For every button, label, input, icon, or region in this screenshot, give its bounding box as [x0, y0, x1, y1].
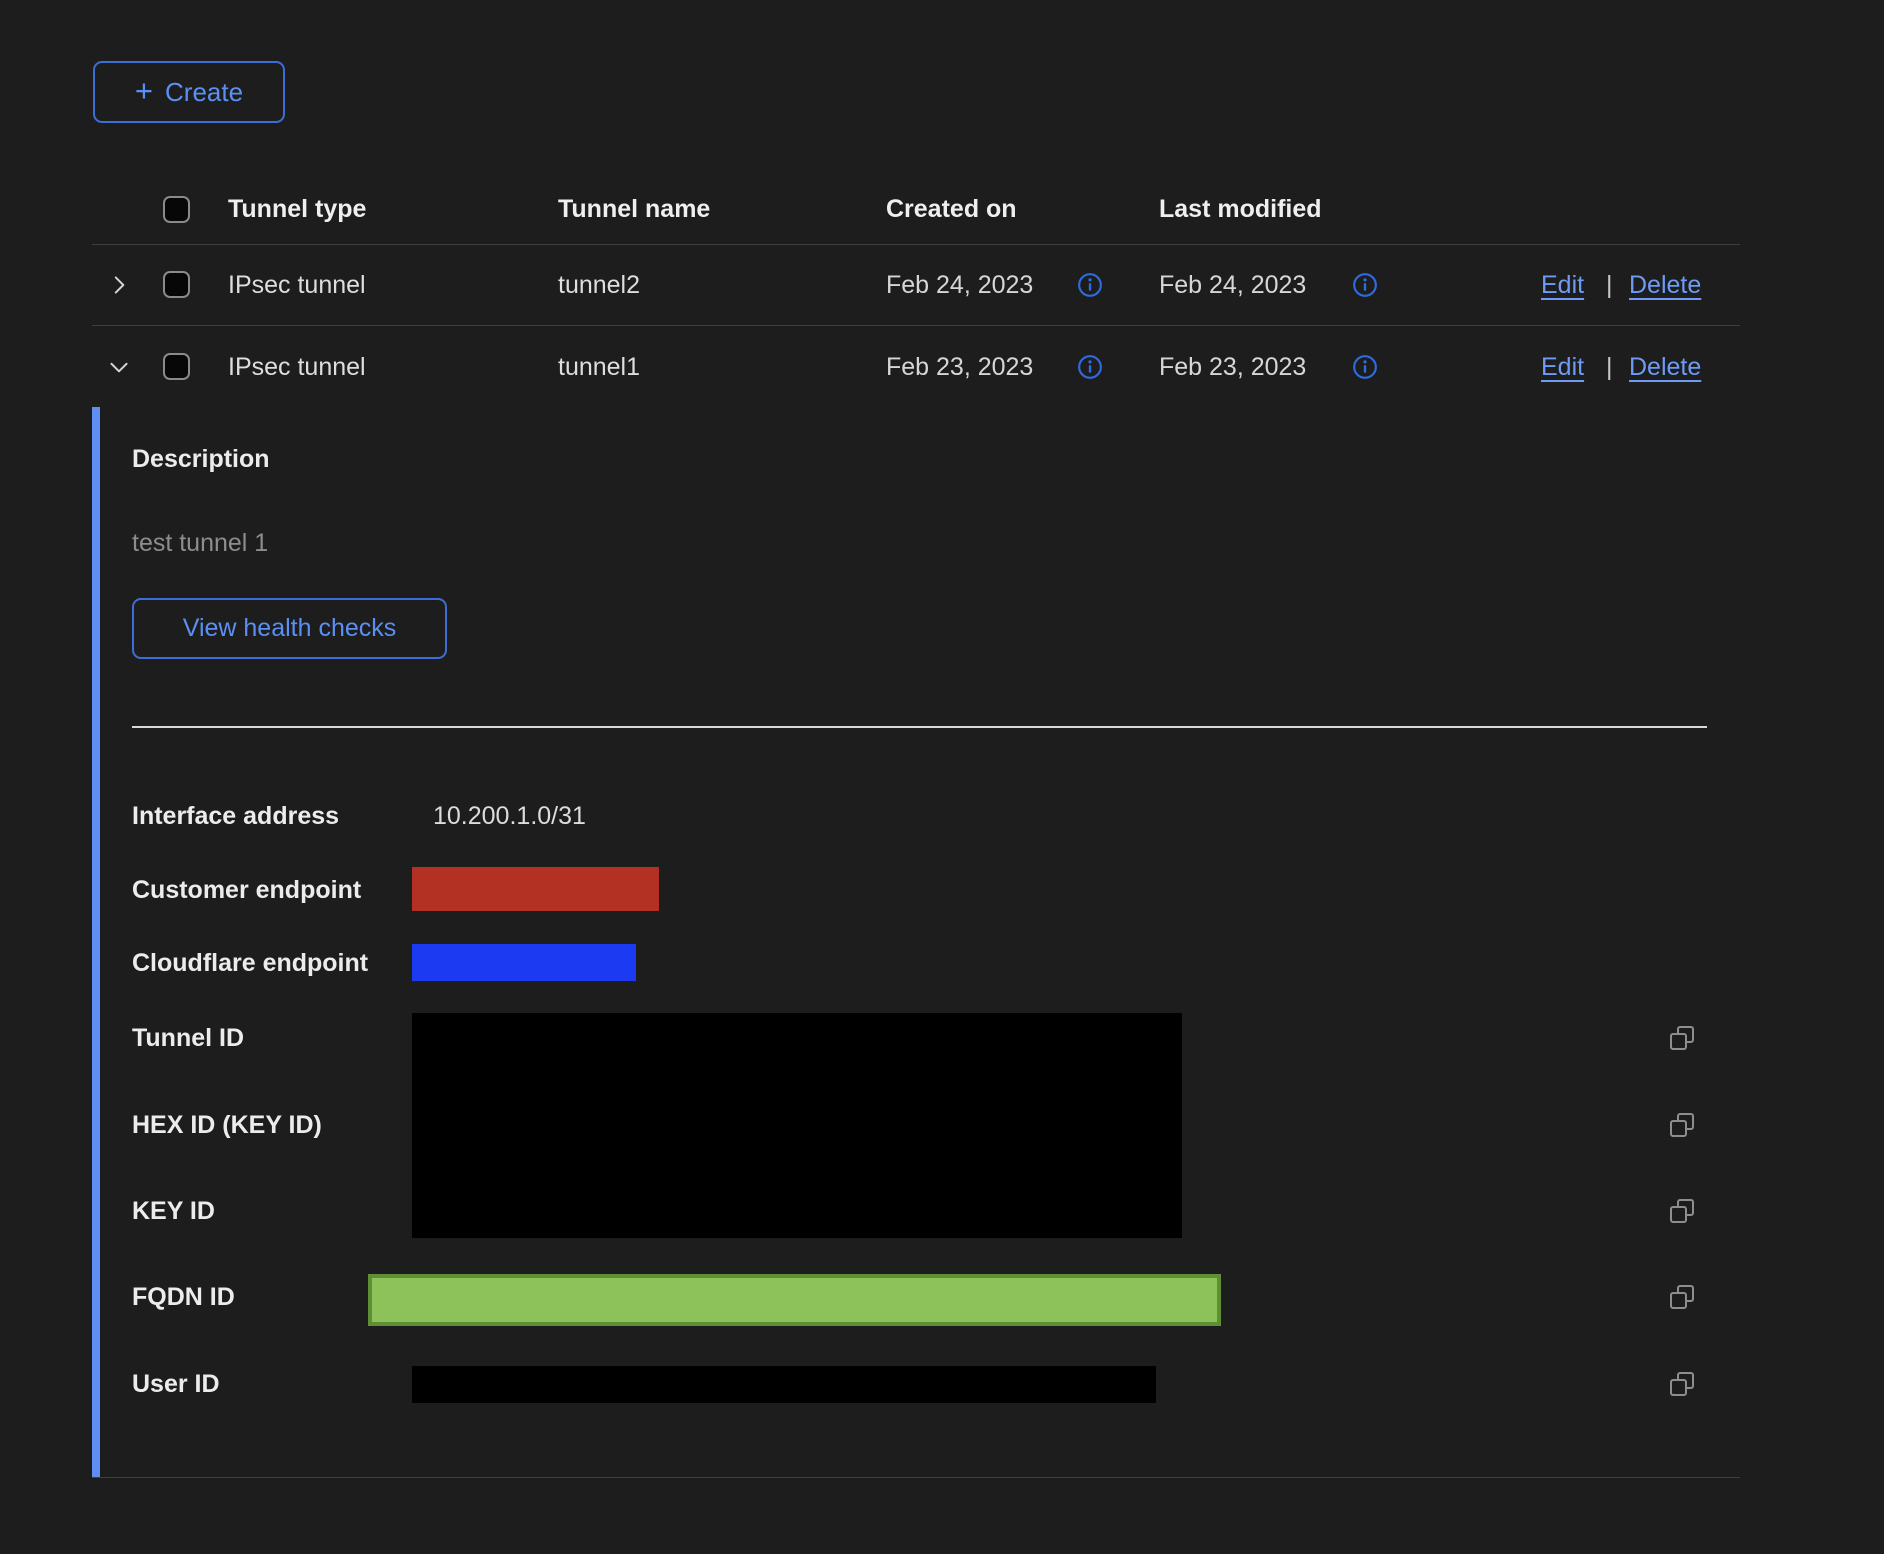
interface-address-value: 10.200.1.0/31 — [433, 801, 586, 831]
tunnel-name-cell: tunnel1 — [558, 352, 640, 382]
select-all-checkbox[interactable] — [163, 196, 190, 223]
info-icon[interactable] — [1077, 272, 1103, 298]
info-icon[interactable] — [1352, 272, 1378, 298]
description-heading: Description — [132, 444, 270, 474]
key-id-label: KEY ID — [132, 1196, 215, 1226]
row-divider — [92, 325, 1740, 326]
row-checkbox[interactable] — [163, 271, 190, 298]
cloudflare-endpoint-redacted-value — [412, 944, 636, 981]
action-separator: | — [1606, 352, 1613, 382]
fqdn-id-label: FQDN ID — [132, 1282, 235, 1312]
copy-icon[interactable] — [1667, 1196, 1697, 1226]
delete-link[interactable]: Delete — [1629, 270, 1701, 300]
column-header-tunnel-type: Tunnel type — [228, 194, 366, 224]
tunnel-name-cell: tunnel2 — [558, 270, 640, 300]
edit-link[interactable]: Edit — [1541, 352, 1584, 382]
copy-icon[interactable] — [1667, 1110, 1697, 1140]
last-modified-cell: Feb 24, 2023 — [1159, 270, 1306, 300]
info-icon[interactable] — [1077, 354, 1103, 380]
description-text: test tunnel 1 — [132, 528, 268, 558]
user-id-label: User ID — [132, 1369, 220, 1399]
view-health-checks-label: View health checks — [183, 614, 397, 643]
column-header-last-modified: Last modified — [1159, 194, 1322, 224]
create-button-label: Create — [165, 77, 243, 108]
fqdn-id-redacted-value — [368, 1274, 1221, 1326]
panel-bottom-divider — [92, 1477, 1740, 1478]
row-checkbox[interactable] — [163, 353, 190, 380]
tunnel-type-cell: IPsec tunnel — [228, 352, 366, 382]
column-header-created-on: Created on — [886, 194, 1017, 224]
delete-link[interactable]: Delete — [1629, 352, 1701, 382]
copy-icon[interactable] — [1667, 1282, 1697, 1312]
action-separator: | — [1606, 270, 1613, 300]
expanded-row-indicator-bar — [92, 407, 100, 1477]
header-divider — [92, 244, 1740, 245]
cloudflare-endpoint-label: Cloudflare endpoint — [132, 948, 368, 978]
chevron-right-icon[interactable] — [106, 272, 132, 298]
column-header-tunnel-name: Tunnel name — [558, 194, 710, 224]
chevron-down-icon[interactable] — [106, 354, 132, 380]
customer-endpoint-redacted-value — [412, 867, 659, 911]
customer-endpoint-label: Customer endpoint — [132, 875, 361, 905]
created-on-cell: Feb 24, 2023 — [886, 270, 1033, 300]
last-modified-cell: Feb 23, 2023 — [1159, 352, 1306, 382]
edit-link[interactable]: Edit — [1541, 270, 1584, 300]
tunnel-ids-redacted-value — [412, 1013, 1182, 1238]
tunnel-type-cell: IPsec tunnel — [228, 270, 366, 300]
user-id-redacted-value — [412, 1366, 1156, 1403]
tunnels-page: + Create Tunnel type Tunnel name Created… — [0, 0, 1884, 1554]
view-health-checks-button[interactable]: View health checks — [132, 598, 447, 659]
tunnel-id-label: Tunnel ID — [132, 1023, 244, 1053]
interface-address-label: Interface address — [132, 801, 339, 831]
detail-divider — [132, 726, 1707, 728]
created-on-cell: Feb 23, 2023 — [886, 352, 1033, 382]
copy-icon[interactable] — [1667, 1369, 1697, 1399]
copy-icon[interactable] — [1667, 1023, 1697, 1053]
plus-icon: + — [135, 75, 153, 106]
create-button[interactable]: + Create — [93, 61, 285, 123]
hex-id-label: HEX ID (KEY ID) — [132, 1110, 322, 1140]
info-icon[interactable] — [1352, 354, 1378, 380]
